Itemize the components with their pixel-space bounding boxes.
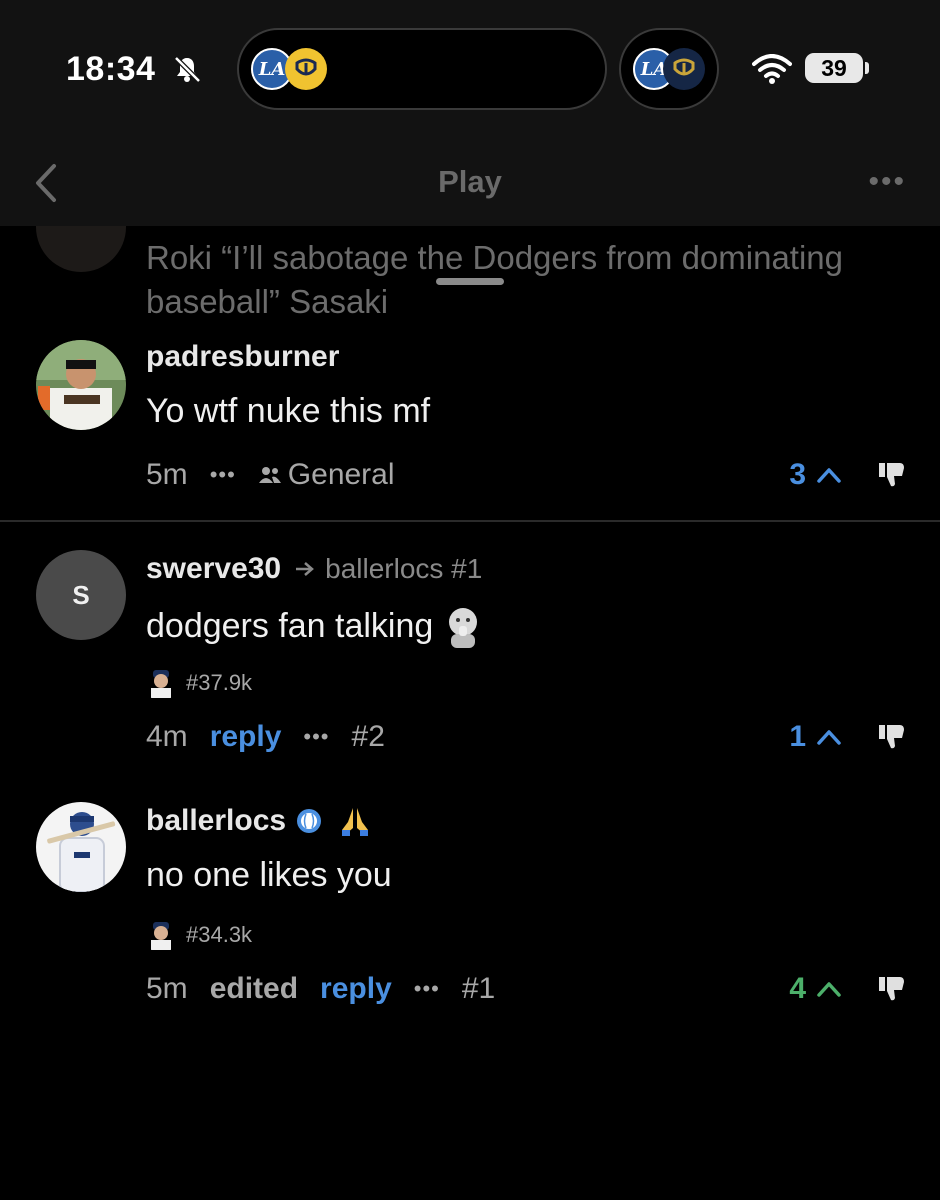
- upvote-button[interactable]: 3: [789, 458, 842, 492]
- avatar: [36, 226, 126, 272]
- upvote-chevron-icon: [817, 982, 841, 997]
- upvote-chevron-icon: [817, 730, 841, 745]
- upvote-button[interactable]: 4: [789, 972, 842, 1006]
- brewers-logo-icon: [663, 48, 705, 90]
- baseball-badge-icon: [297, 809, 322, 833]
- live-activity-compact[interactable]: LA: [619, 28, 719, 110]
- wifi-icon: [752, 54, 792, 84]
- status-bar: 18:34 LA LA 39: [0, 0, 940, 140]
- comment-text: dodgers fan talking: [146, 606, 434, 645]
- flair-number: #34.3k: [186, 922, 253, 947]
- thumbs-down-icon[interactable]: [878, 460, 906, 488]
- battery-indicator: 39: [805, 53, 863, 83]
- live-activity-pill[interactable]: LA: [237, 28, 607, 110]
- baby-emoji-icon: [449, 608, 478, 648]
- arrow-right-icon: [296, 562, 315, 576]
- status-time: 18:34: [66, 50, 156, 88]
- people-icon: [258, 467, 281, 483]
- comment-text: Roki “I’ll sabotage the Dodgers from dom…: [146, 239, 844, 316]
- bell-muted-icon: [174, 56, 201, 83]
- player-avatar-icon: [148, 920, 174, 950]
- username[interactable]: padresburner: [146, 340, 339, 374]
- page-title: Play: [438, 164, 502, 199]
- previous-comment: Roki “I’ll sabotage the Dodgers from dom…: [0, 226, 940, 316]
- username[interactable]: swerve30: [146, 552, 281, 586]
- reply-to-link[interactable]: ballerlocs #1: [325, 553, 482, 585]
- comment-text: Yo wtf nuke this mf: [146, 392, 431, 430]
- avatar[interactable]: S: [36, 550, 126, 640]
- comment-time: 4m: [146, 720, 188, 753]
- more-options-icon[interactable]: •••: [868, 167, 906, 197]
- upvote-button[interactable]: 1: [789, 720, 842, 754]
- more-options-icon[interactable]: •••: [303, 724, 329, 750]
- user-flair: #37.9k: [148, 668, 252, 698]
- reply-button[interactable]: reply: [320, 972, 392, 1006]
- comment-meta: 4m reply ••• #2: [146, 720, 407, 754]
- nav-header: Play •••: [0, 140, 940, 226]
- comment-time: 5m: [146, 972, 188, 1005]
- comment-meta: 5m edited reply ••• #1: [146, 972, 517, 1006]
- reply-button[interactable]: reply: [210, 720, 282, 754]
- comment-number: #2: [351, 720, 385, 753]
- flair-number: #37.9k: [186, 670, 253, 695]
- more-options-icon[interactable]: •••: [414, 976, 440, 1002]
- comment-text: no one likes you: [146, 856, 392, 894]
- vote-count: 1: [789, 720, 806, 753]
- avatar[interactable]: [36, 802, 126, 892]
- thumbs-down-icon[interactable]: [878, 974, 906, 1002]
- vote-count: 3: [789, 458, 806, 491]
- comment-header: swerve30 ballerlocs #1: [146, 552, 482, 586]
- divider: [0, 520, 940, 522]
- comment-time: 5m: [146, 458, 188, 491]
- comment-meta: 5m ••• General: [146, 458, 417, 492]
- upvote-chevron-icon: [817, 468, 841, 483]
- player-avatar-icon: [148, 668, 174, 698]
- username[interactable]: ballerlocs: [146, 804, 286, 838]
- more-options-icon[interactable]: •••: [210, 462, 236, 488]
- avatar[interactable]: [36, 340, 126, 430]
- grab-handle[interactable]: [436, 278, 504, 285]
- comment-header: ballerlocs: [146, 804, 372, 838]
- channel-tag[interactable]: General: [288, 458, 395, 492]
- praying-hands-icon: [342, 808, 369, 836]
- brewers-logo-icon: [285, 48, 327, 90]
- battery-tip: [865, 62, 869, 74]
- thumbs-down-icon[interactable]: [878, 722, 906, 750]
- user-flair: #34.3k: [148, 920, 252, 950]
- comment-number: #1: [461, 972, 496, 1005]
- vote-count: 4: [789, 972, 806, 1005]
- comment-body: dodgers fan talking: [146, 604, 483, 648]
- edited-label: edited: [209, 972, 299, 1005]
